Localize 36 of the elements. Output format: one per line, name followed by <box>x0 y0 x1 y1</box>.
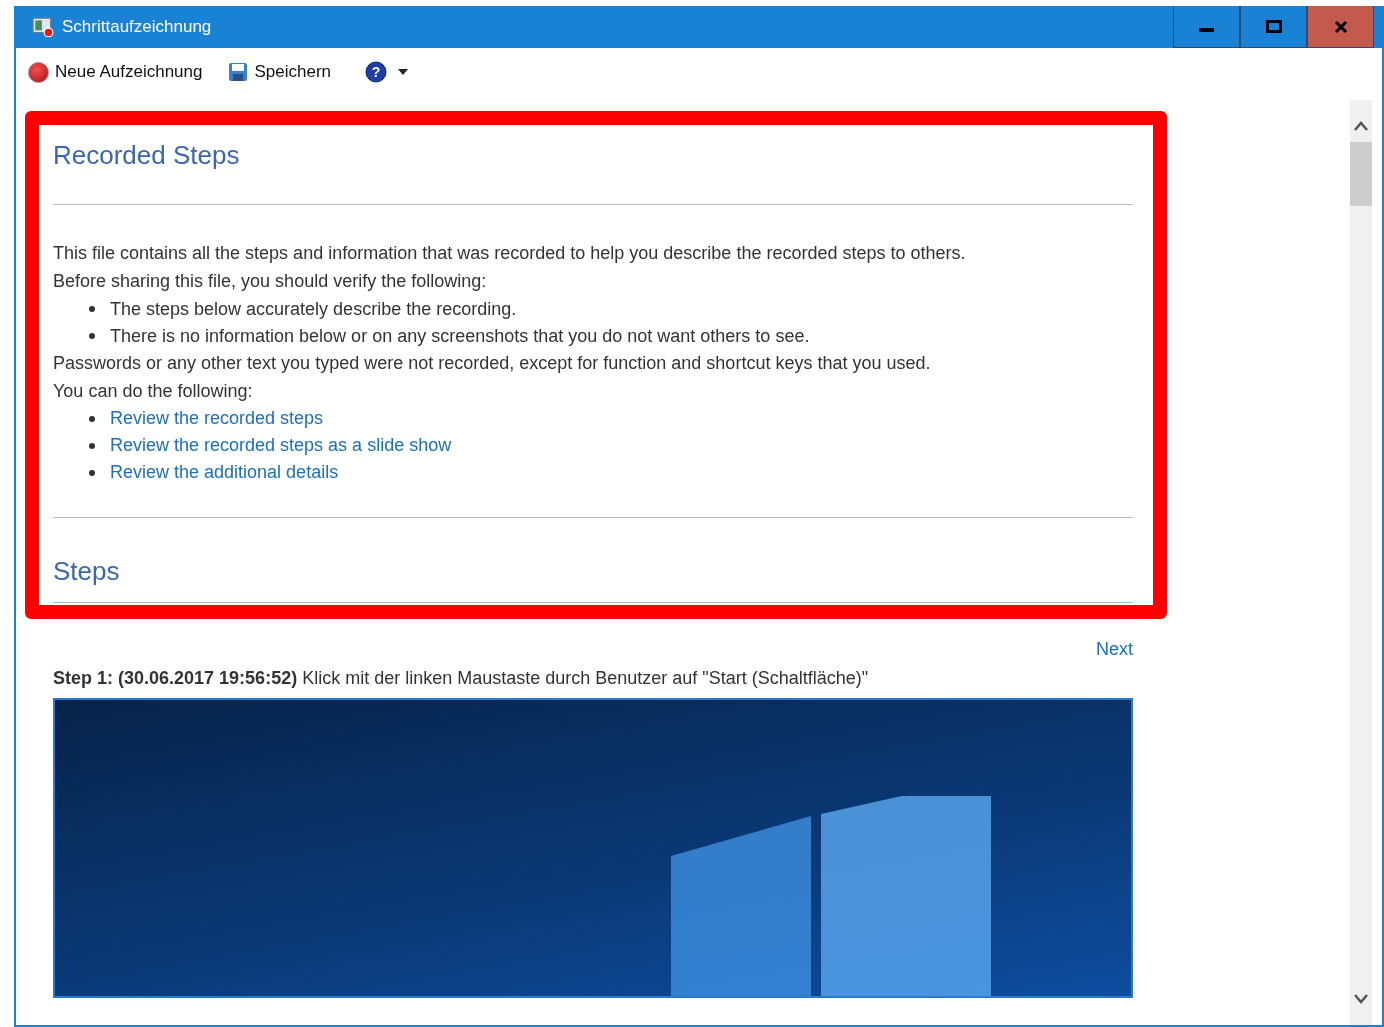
help-button[interactable]: ? <box>363 59 411 85</box>
window-title: Schrittaufzeichnung <box>62 17 212 37</box>
minimize-icon <box>1199 27 1214 32</box>
paragraph: Passwords or any other text you typed were not recorded, except for function and shortcut keys that you used. <box>53 352 932 375</box>
paragraph: This file contains all the steps and information that was recorded to help you describe the recorded steps to others. <box>53 242 967 265</box>
scroll-down-icon[interactable] <box>1353 993 1369 1005</box>
close-button[interactable] <box>1307 6 1374 48</box>
help-icon: ? <box>365 61 387 83</box>
bullet-icon <box>89 332 95 339</box>
save-button[interactable]: Speichern <box>226 60 333 84</box>
paragraph: You can do the following: <box>53 380 254 403</box>
new-recording-button[interactable]: Neue Aufzeichnung <box>26 59 205 85</box>
section-heading: Steps <box>53 555 121 588</box>
app-icon <box>32 17 54 37</box>
bullet-icon <box>89 442 95 449</box>
scroll-up-icon[interactable] <box>1353 120 1369 132</box>
close-icon <box>1333 19 1348 34</box>
link[interactable]: Review the additional details <box>110 462 339 483</box>
link[interactable]: Review the recorded steps <box>110 408 324 429</box>
next-link[interactable]: Next <box>1096 639 1133 660</box>
record-icon <box>28 61 49 83</box>
minimize-button[interactable] <box>1173 6 1240 48</box>
vertical-scrollbar[interactable] <box>1350 100 1372 1025</box>
bullet-icon <box>89 469 95 476</box>
maximize-button[interactable] <box>1240 6 1307 48</box>
scroll-thumb[interactable] <box>1350 142 1372 206</box>
paragraph: Before sharing this file, you should verify the following: <box>53 270 488 293</box>
caret-icon <box>397 68 409 76</box>
maximize-icon <box>1265 20 1282 33</box>
step-caption: Step 1: (30.06.2017 19:56:52) Klick mit der linken Maustaste durch Benutzer auf "Start (Schaltfläche)" <box>53 667 870 690</box>
bullet-icon <box>89 415 95 422</box>
list-item: The steps below accurately describe the recording. <box>110 297 517 321</box>
link[interactable]: Review the recorded steps as a slide show <box>110 435 452 456</box>
bullet-icon <box>89 305 95 312</box>
page-title: Recorded Steps <box>53 139 241 172</box>
list-item: There is no information below or on any screenshots that you do not want others to see. <box>110 324 810 348</box>
